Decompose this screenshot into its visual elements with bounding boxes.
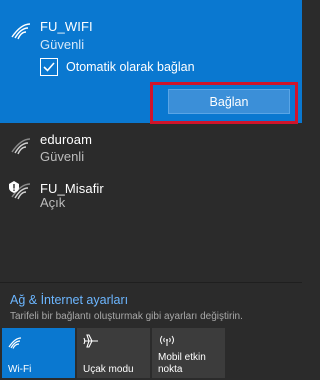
network-flyout: FU_WIFI Güvenli Otomatik olarak bağlan B… <box>0 0 302 380</box>
connect-button[interactable]: Bağlan <box>168 89 290 114</box>
auto-connect-label: Otomatik olarak bağlan <box>66 60 195 74</box>
network-name: eduroam <box>40 132 93 147</box>
wifi-open-warning-icon <box>8 180 31 200</box>
wifi-secured-icon <box>10 22 32 40</box>
hotspot-icon <box>158 333 176 351</box>
tile-label: Uçak modu <box>83 364 134 375</box>
tile-label: nokta <box>158 364 183 375</box>
auto-connect-checkbox[interactable] <box>40 58 58 76</box>
airplane-icon <box>83 334 99 353</box>
wifi-secured-icon <box>10 137 32 155</box>
network-status: Güvenli <box>40 149 85 164</box>
airplane-mode-tile[interactable]: Uçak modu <box>77 328 150 378</box>
wifi-icon <box>8 336 22 354</box>
tile-label: Wi-Fi <box>8 364 32 375</box>
network-settings-description: Tarifeli bir bağlantı oluşturmak gibi ay… <box>10 311 243 322</box>
network-name: FU_Misafir <box>40 181 104 196</box>
divider <box>0 282 302 283</box>
network-name: FU_WIFI <box>40 19 93 34</box>
network-item-fu-misafir[interactable]: FU_Misafir Açık <box>0 172 302 216</box>
network-status: Güvenli <box>40 37 85 52</box>
checkmark-icon <box>43 62 55 72</box>
tile-label: Mobil etkin <box>158 352 206 363</box>
network-status: Açık <box>40 195 66 210</box>
mobile-hotspot-tile[interactable]: Mobil etkin nokta <box>152 328 225 378</box>
network-settings-link[interactable]: Ağ & İnternet ayarları <box>10 293 128 307</box>
wifi-toggle-tile[interactable]: Wi-Fi <box>2 328 75 378</box>
network-item-eduroam[interactable]: eduroam Güvenli <box>0 123 302 167</box>
